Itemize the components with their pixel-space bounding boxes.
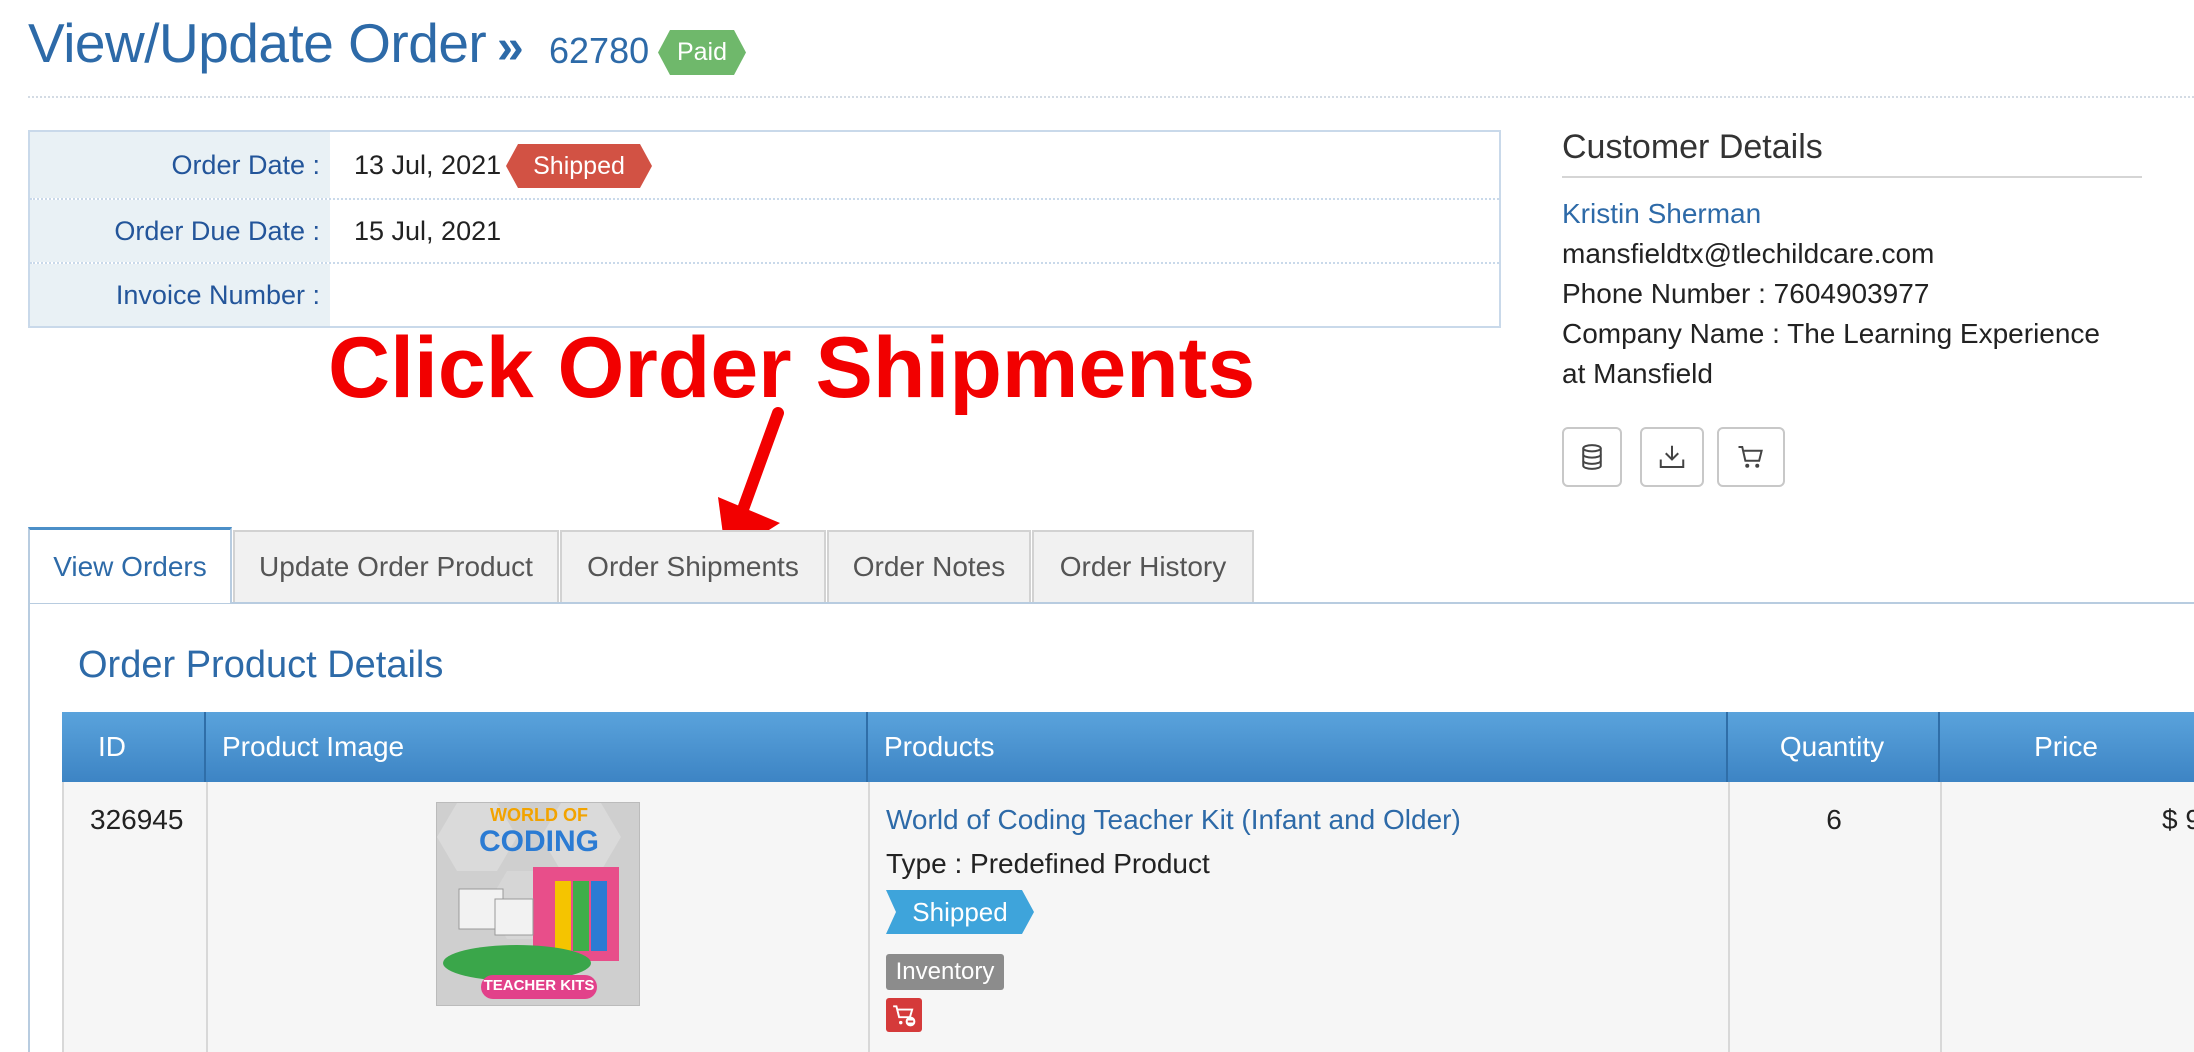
- column-header-products[interactable]: Products: [884, 712, 995, 782]
- page-title: View/Update Order: [28, 12, 487, 74]
- product-type-value: Predefined Product: [970, 848, 1210, 879]
- product-shipped-badge: Shipped: [886, 890, 1034, 934]
- order-shipped-badge: Shipped: [506, 144, 652, 188]
- paid-status-badge: Paid: [658, 30, 746, 75]
- database-button[interactable]: [1562, 427, 1622, 487]
- order-due-date-label: Order Due Date :: [30, 200, 330, 262]
- order-date-label: Order Date :: [30, 132, 330, 198]
- column-header-price[interactable]: Price: [1938, 712, 2194, 782]
- product-table-header: ID Product Image Products Quantity Price: [62, 712, 2194, 782]
- order-due-date-row: Order Due Date : 15 Jul, 2021: [30, 200, 1499, 264]
- product-image-label-main: CODING: [479, 825, 599, 858]
- order-due-date-value: 15 Jul, 2021: [354, 215, 502, 246]
- product-type: Type : Predefined Product: [886, 848, 1210, 880]
- product-image-label-bottom: TEACHER KITS: [483, 977, 595, 994]
- product-price: $ 9: [2162, 804, 2194, 835]
- download-button[interactable]: [1640, 427, 1704, 487]
- column-divider: [1940, 782, 1942, 1052]
- column-header-product-image[interactable]: Product Image: [222, 712, 404, 782]
- customer-details-divider: [1562, 176, 2142, 178]
- product-id: 326945: [90, 804, 184, 835]
- column-header-quantity[interactable]: Quantity: [1726, 712, 1938, 782]
- table-row: 326945 WORLD OF CODING TEACHER KITS Worl…: [62, 782, 2194, 1052]
- invoice-number-row: Invoice Number :: [30, 264, 1499, 326]
- cart-remove-icon: [893, 1005, 916, 1027]
- tab-view-orders[interactable]: View Orders: [28, 527, 232, 603]
- order-info-table: Order Date : 13 Jul, 2021 Shipped Order …: [28, 130, 1501, 328]
- tab-panel-border: [28, 602, 30, 1052]
- database-icon: [1582, 444, 1602, 470]
- inventory-badge: Inventory: [886, 954, 1004, 990]
- product-quantity: 6: [1826, 804, 1842, 835]
- product-type-label: Type :: [886, 848, 963, 879]
- download-icon: [1659, 445, 1685, 468]
- product-name-link[interactable]: World of Coding Teacher Kit (Infant and …: [886, 804, 1461, 836]
- customer-phone: Phone Number : 7604903977: [1562, 278, 1930, 309]
- title-separator: »: [497, 21, 524, 74]
- remove-from-cart-button[interactable]: [886, 998, 922, 1032]
- tab-update-order-product[interactable]: Update Order Product: [233, 530, 559, 602]
- product-image[interactable]: WORLD OF CODING TEACHER KITS: [436, 802, 640, 1006]
- product-image-label-top: WORLD OF: [490, 805, 588, 825]
- column-divider: [866, 712, 868, 782]
- header-divider: [28, 96, 2194, 98]
- invoice-number-label: Invoice Number :: [30, 264, 330, 326]
- tab-order-shipments[interactable]: Order Shipments: [560, 530, 826, 602]
- customer-email: mansfieldtx@tlechildcare.com: [1562, 238, 1935, 269]
- tab-order-notes[interactable]: Order Notes: [827, 530, 1031, 602]
- tab-order-history[interactable]: Order History: [1032, 530, 1254, 602]
- order-date-value: 13 Jul, 2021: [354, 149, 502, 180]
- column-header-id[interactable]: ID: [98, 712, 126, 782]
- customer-name-link[interactable]: Kristin Sherman: [1562, 194, 1761, 234]
- order-date-row: Order Date : 13 Jul, 2021 Shipped: [30, 132, 1499, 200]
- section-title: Order Product Details: [78, 644, 444, 686]
- cart-button[interactable]: [1717, 427, 1785, 487]
- customer-details-title: Customer Details: [1562, 128, 1823, 166]
- column-divider: [868, 782, 870, 1052]
- tabs-baseline: [28, 602, 2194, 604]
- customer-company-line2: at Mansfield: [1562, 358, 1713, 389]
- order-number: 62780: [549, 30, 650, 71]
- cart-icon: [1738, 446, 1763, 468]
- column-divider: [204, 712, 206, 782]
- column-divider: [206, 782, 208, 1052]
- customer-company-line1: Company Name : The Learning Experience: [1562, 318, 2101, 349]
- annotation-text: Click Order Shipments: [328, 320, 1256, 416]
